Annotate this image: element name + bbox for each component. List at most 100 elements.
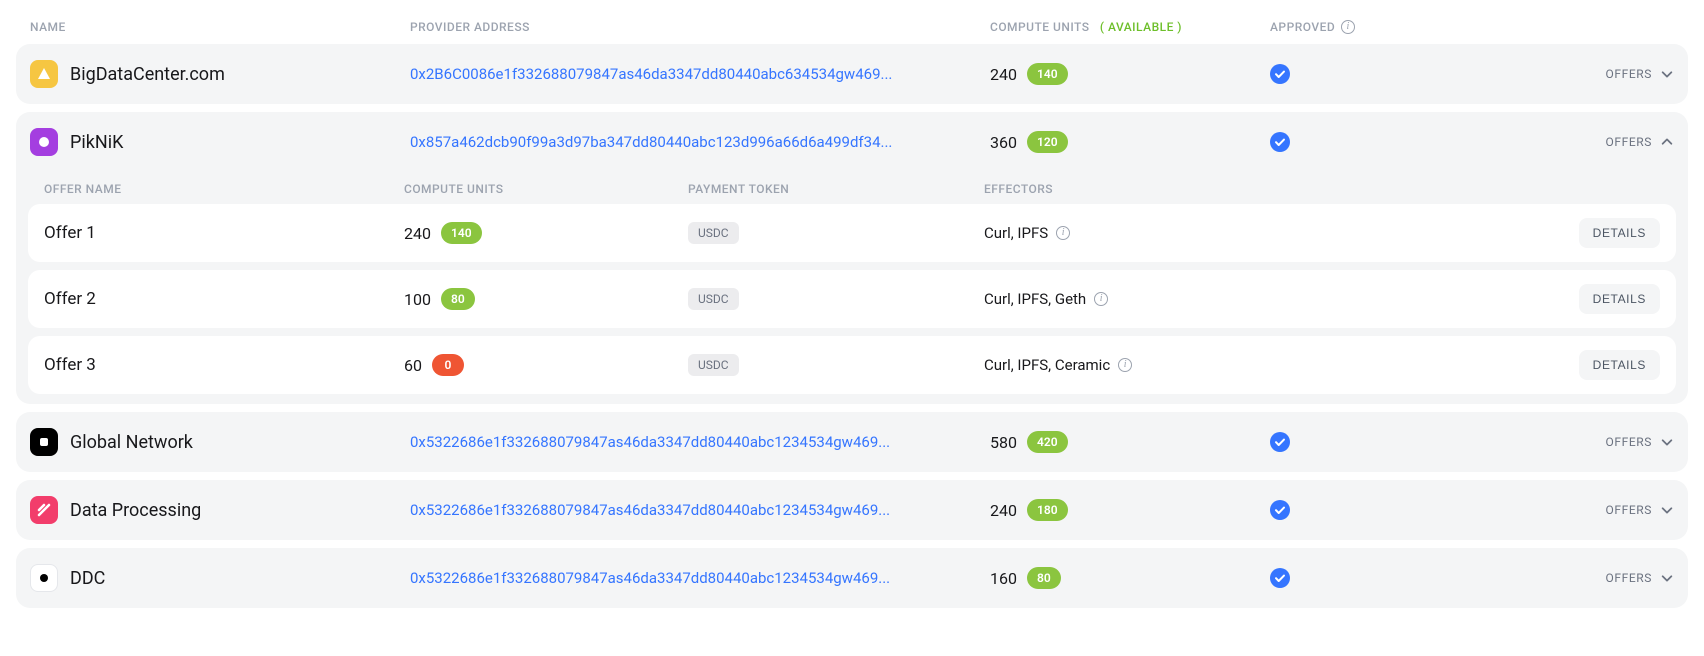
provider-name-cell: Data Processing: [30, 496, 410, 524]
col-approved: APPROVED: [1270, 20, 1430, 34]
cu-total: 240: [990, 501, 1017, 520]
compute-units-cell: 240 180: [990, 499, 1270, 521]
offers-toggle[interactable]: OFFERS: [1430, 571, 1674, 585]
offer-cu-available-pill: 140: [441, 222, 482, 244]
provider-address[interactable]: 0x5322686e1f332688079847as46da3347dd8044…: [410, 569, 990, 587]
provider-name-cell: BigDataCenter.com: [30, 60, 410, 88]
provider-group-expanded: PikNiK 0x857a462dcb90f99a3d97ba347dd8044…: [16, 112, 1688, 404]
approved-check-icon: [1270, 432, 1290, 452]
info-icon[interactable]: [1118, 358, 1132, 372]
cu-total: 580: [990, 433, 1017, 452]
col-compute-units: COMPUTE UNITS ( AVAILABLE ): [990, 20, 1270, 34]
col-payment-token: PAYMENT TOKEN: [688, 182, 984, 196]
cu-available-pill: 180: [1027, 499, 1068, 521]
offer-row: Offer 3 60 0 USDC Curl, IPFS, Ceramic DE…: [28, 336, 1676, 394]
col-effectors: EFFECTORS: [984, 182, 1384, 196]
offers-toggle[interactable]: OFFERS: [1430, 435, 1674, 449]
cu-total: 160: [990, 569, 1017, 588]
offers-header-row: OFFER NAME COMPUTE UNITS PAYMENT TOKEN E…: [16, 172, 1688, 204]
cu-total: 240: [990, 65, 1017, 84]
effectors-cell: Curl, IPFS, Geth: [984, 290, 1384, 308]
approved-cell: [1270, 500, 1430, 520]
approved-cell: [1270, 432, 1430, 452]
payment-token-cell: USDC: [688, 288, 984, 310]
provider-row: DDC 0x5322686e1f332688079847as46da3347dd…: [16, 548, 1688, 608]
provider-name: PikNiK: [70, 132, 123, 153]
provider-address[interactable]: 0x5322686e1f332688079847as46da3347dd8044…: [410, 501, 990, 519]
provider-name: DDC: [70, 568, 105, 589]
offer-cu-available-pill: 0: [432, 354, 464, 376]
provider-row: Data Processing 0x5322686e1f332688079847…: [16, 480, 1688, 540]
offer-cu-cell: 100 80: [404, 288, 688, 310]
cu-available-pill: 80: [1027, 567, 1061, 589]
chevron-down-icon: [1660, 435, 1674, 449]
offer-cu-total: 60: [404, 356, 422, 375]
info-icon[interactable]: [1094, 292, 1108, 306]
offers-toggle[interactable]: OFFERS: [1430, 67, 1674, 81]
payment-token-cell: USDC: [688, 222, 984, 244]
approved-cell: [1270, 568, 1430, 588]
compute-units-cell: 580 420: [990, 431, 1270, 453]
offers-label: OFFERS: [1606, 503, 1652, 517]
col-name: NAME: [30, 20, 410, 34]
cu-available-pill: 140: [1027, 63, 1068, 85]
info-icon[interactable]: [1056, 226, 1070, 240]
approved-cell: [1270, 132, 1430, 152]
chevron-down-icon: [1660, 503, 1674, 517]
col-compute-units-label: COMPUTE UNITS: [990, 20, 1090, 34]
offer-name: Offer 1: [44, 223, 404, 243]
offer-name: Offer 3: [44, 355, 404, 375]
details-cell: DETAILS: [1384, 350, 1660, 380]
cu-available-pill: 420: [1027, 431, 1068, 453]
offers-toggle[interactable]: OFFERS: [1430, 135, 1674, 149]
col-offer-cu: COMPUTE UNITS: [404, 182, 688, 196]
compute-units-cell: 240 140: [990, 63, 1270, 85]
provider-address[interactable]: 0x857a462dcb90f99a3d97ba347dd80440abc123…: [410, 133, 990, 151]
offers-toggle[interactable]: OFFERS: [1430, 503, 1674, 517]
approved-check-icon: [1270, 568, 1290, 588]
provider-row: Global Network 0x5322686e1f332688079847a…: [16, 412, 1688, 472]
provider-name: BigDataCenter.com: [70, 64, 225, 85]
offers-label: OFFERS: [1606, 435, 1652, 449]
details-button[interactable]: DETAILS: [1579, 350, 1660, 380]
provider-logo: [30, 428, 58, 456]
offer-cu-available-pill: 80: [441, 288, 475, 310]
offer-row: Offer 1 240 140 USDC Curl, IPFS DETAILS: [28, 204, 1676, 262]
offers-label: OFFERS: [1606, 67, 1652, 81]
approved-cell: [1270, 64, 1430, 84]
provider-logo: [30, 564, 58, 592]
payment-token-cell: USDC: [688, 354, 984, 376]
payment-token-chip: USDC: [688, 354, 739, 376]
payment-token-chip: USDC: [688, 222, 739, 244]
compute-units-cell: 160 80: [990, 567, 1270, 589]
details-button[interactable]: DETAILS: [1579, 218, 1660, 248]
offer-cu-total: 240: [404, 224, 431, 243]
offer-cu-cell: 240 140: [404, 222, 688, 244]
details-cell: DETAILS: [1384, 218, 1660, 248]
offers-label: OFFERS: [1606, 571, 1652, 585]
chevron-down-icon: [1660, 67, 1674, 81]
col-available-label: ( AVAILABLE ): [1100, 20, 1182, 34]
provider-name-cell: Global Network: [30, 428, 410, 456]
offer-cu-cell: 60 0: [404, 354, 688, 376]
col-details-spacer: [1384, 182, 1660, 196]
payment-token-chip: USDC: [688, 288, 739, 310]
offer-cu-total: 100: [404, 290, 431, 309]
effectors-text: Curl, IPFS: [984, 224, 1048, 242]
details-button[interactable]: DETAILS: [1579, 284, 1660, 314]
provider-name-cell: DDC: [30, 564, 410, 592]
provider-address[interactable]: 0x2B6C0086e1f332688079847as46da3347dd804…: [410, 65, 990, 83]
cu-total: 360: [990, 133, 1017, 152]
info-icon[interactable]: [1341, 20, 1355, 34]
cu-available-pill: 120: [1027, 131, 1068, 153]
table-header-row: NAME PROVIDER ADDRESS COMPUTE UNITS ( AV…: [16, 20, 1688, 44]
col-approved-label: APPROVED: [1270, 20, 1335, 34]
offer-name: Offer 2: [44, 289, 404, 309]
approved-check-icon: [1270, 500, 1290, 520]
provider-logo: [30, 128, 58, 156]
effectors-cell: Curl, IPFS, Ceramic: [984, 356, 1384, 374]
compute-units-cell: 360 120: [990, 131, 1270, 153]
provider-row: BigDataCenter.com 0x2B6C0086e1f332688079…: [16, 44, 1688, 104]
provider-address[interactable]: 0x5322686e1f332688079847as46da3347dd8044…: [410, 433, 990, 451]
col-offer-name: OFFER NAME: [44, 182, 404, 196]
